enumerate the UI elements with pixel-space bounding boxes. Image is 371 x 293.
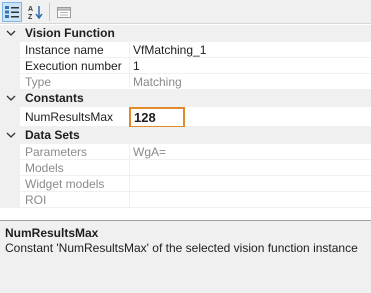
property-grid: Vision Function Instance name VfMatching… xyxy=(0,25,371,208)
property-name: ROI xyxy=(25,193,47,207)
svg-text:A: A xyxy=(28,6,33,13)
property-value: Matching xyxy=(133,75,182,89)
categorized-view-icon xyxy=(5,6,19,18)
property-name: Execution number xyxy=(25,59,122,73)
toolbar-separator xyxy=(49,3,50,21)
category-label: Data Sets xyxy=(25,128,80,142)
property-row-parameters[interactable]: Parameters WgA= xyxy=(0,144,371,160)
property-row-instance-name[interactable]: Instance name VfMatching_1 xyxy=(0,42,371,58)
category-label: Vision Function xyxy=(25,26,115,40)
property-grid-toolbar: A Z xyxy=(0,0,371,24)
property-row-models[interactable]: Models xyxy=(0,160,371,176)
chevron-down-icon[interactable] xyxy=(5,27,17,39)
description-panel: NumResultsMax Constant 'NumResultsMax' o… xyxy=(0,220,371,293)
property-row-widget-models[interactable]: Widget models xyxy=(0,176,371,192)
category-data-sets[interactable]: Data Sets xyxy=(0,127,371,144)
chevron-down-icon[interactable] xyxy=(5,92,17,104)
sort-alphabetical-button[interactable]: A Z xyxy=(25,2,45,22)
category-vision-function[interactable]: Vision Function xyxy=(0,25,371,42)
property-pages-button[interactable] xyxy=(54,2,74,22)
property-value: WgA= xyxy=(133,145,167,159)
property-name: Widget models xyxy=(25,177,105,191)
description-text: Constant 'NumResultsMax' of the selected… xyxy=(5,241,358,255)
property-row-type[interactable]: Type Matching xyxy=(0,74,371,90)
property-value[interactable]: 1 xyxy=(133,58,140,74)
property-name: Parameters xyxy=(25,145,88,159)
sort-az-icon: A Z xyxy=(28,6,43,20)
property-name: Type xyxy=(25,75,52,89)
property-value[interactable]: VfMatching_1 xyxy=(133,42,206,58)
property-row-numresultsmax[interactable]: NumResultsMax 128 xyxy=(0,107,371,128)
property-name: Instance name xyxy=(25,43,104,57)
chevron-down-icon[interactable] xyxy=(5,129,17,141)
description-title: NumResultsMax xyxy=(5,226,99,240)
property-name: NumResultsMax xyxy=(25,110,114,124)
svg-text:Z: Z xyxy=(28,14,33,20)
numresultsmax-input[interactable]: 128 xyxy=(129,107,185,128)
category-label: Constants xyxy=(25,91,84,105)
category-constants[interactable]: Constants xyxy=(0,90,371,107)
property-pages-icon xyxy=(57,7,71,18)
categorized-view-button[interactable] xyxy=(2,2,22,22)
property-row-execution-number[interactable]: Execution number 1 xyxy=(0,58,371,74)
property-row-roi[interactable]: ROI xyxy=(0,192,371,208)
property-name: Models xyxy=(25,161,64,175)
input-value[interactable]: 128 xyxy=(134,110,156,125)
